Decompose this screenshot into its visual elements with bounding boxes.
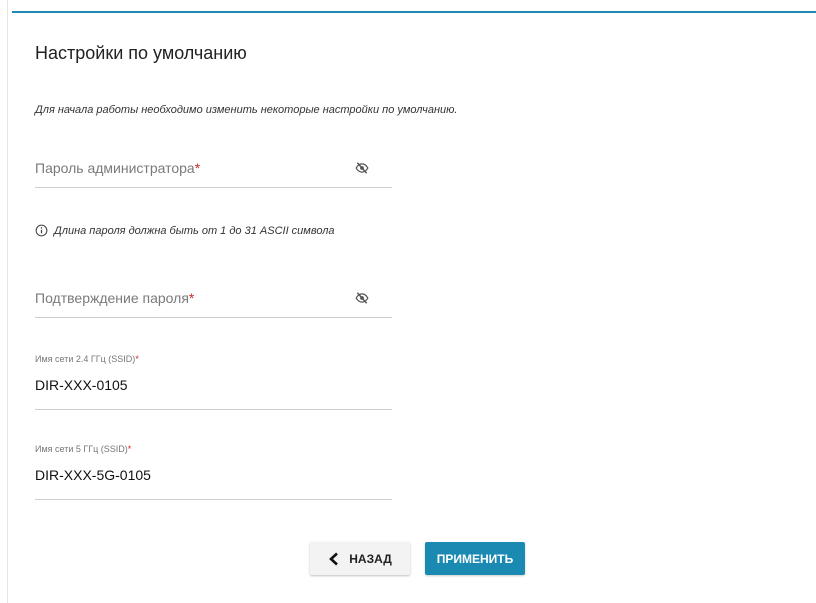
admin-password-placeholder: Пароль администратора* (35, 160, 201, 176)
required-mark: * (188, 290, 195, 306)
settings-card: Настройки по умолчанию Для начала работы… (12, 13, 816, 603)
confirm-password-field[interactable]: Подтверждение пароля* (35, 283, 392, 318)
eye-off-icon[interactable] (355, 291, 369, 305)
back-button[interactable]: НАЗАД (310, 542, 410, 575)
apply-button-label: ПРИМЕНИТЬ (436, 551, 514, 566)
chevron-left-icon (329, 552, 339, 565)
required-mark: * (194, 160, 201, 176)
intro-text: Для начала работы необходимо изменить не… (35, 104, 458, 116)
left-divider (7, 0, 8, 603)
ssid-5-field: Имя сети 5 ГГц (SSID)* (35, 444, 392, 500)
password-hint: Длина пароля должна быть от 1 до 31 ASCI… (35, 224, 335, 237)
password-hint-text: Длина пароля должна быть от 1 до 31 ASCI… (54, 224, 335, 237)
ssid-24-field: Имя сети 2.4 ГГц (SSID)* (35, 354, 392, 410)
ssid-24-label: Имя сети 2.4 ГГц (SSID)* (35, 354, 139, 364)
page: Настройки по умолчанию Для начала работы… (0, 0, 816, 603)
ssid-5-label: Имя сети 5 ГГц (SSID)* (35, 444, 132, 454)
apply-button[interactable]: ПРИМЕНИТЬ (425, 542, 525, 575)
page-title: Настройки по умолчанию (35, 43, 247, 63)
ssid-24-input[interactable] (35, 377, 385, 393)
ssid-5-input[interactable] (35, 467, 385, 483)
eye-off-icon[interactable] (355, 161, 369, 175)
admin-password-field[interactable]: Пароль администратора* (35, 153, 392, 188)
back-button-label: НАЗАД (349, 551, 392, 566)
info-icon (35, 224, 48, 237)
confirm-password-placeholder: Подтверждение пароля* (35, 290, 195, 306)
